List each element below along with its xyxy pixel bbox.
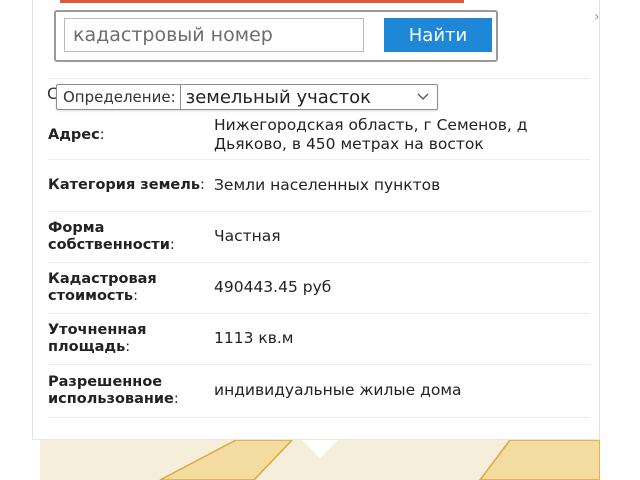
parcel-attributes-table: Адрес: Нижегородская область, г Семенов,…: [48, 112, 590, 418]
definition-selected-text: земельный участок: [185, 86, 372, 108]
row-key-text: Кадастровая стоимость: [48, 270, 157, 304]
table-row: Разрешенное использование: индивидуальны…: [48, 364, 590, 418]
chevron-down-icon[interactable]: [417, 90, 429, 104]
row-key-colon: :: [200, 176, 205, 193]
row-key-text: Разрешенное использование: [48, 373, 174, 407]
row-key-text: Адрес: [48, 126, 100, 143]
row-value: 490443.45 руб: [214, 262, 590, 314]
row-key-colon: :: [133, 287, 138, 304]
row-key-colon: :: [125, 338, 131, 355]
row-value: Земли населенных пунктов: [214, 159, 590, 212]
divider: [48, 78, 590, 79]
table-row: Адрес: Нижегородская область, г Семенов,…: [48, 112, 590, 160]
table-row: Категория земель: Земли населенных пункт…: [48, 159, 590, 212]
row-key: Форма собственности:: [48, 211, 214, 263]
map-preview[interactable]: [40, 440, 600, 480]
find-button[interactable]: Найти: [384, 18, 492, 52]
definition-value[interactable]: земельный участок: [179, 85, 437, 109]
row-key: Кадастровая стоимость:: [48, 262, 214, 314]
row-key-text: Форма собственности: [48, 219, 170, 253]
cadastral-number-input[interactable]: [64, 18, 364, 52]
row-key-text: Уточненная площадь: [48, 321, 147, 355]
table-row: Форма собственности: Частная: [48, 211, 590, 263]
row-key-colon: :: [173, 390, 179, 407]
header-accent-strip: [60, 0, 464, 3]
definition-select[interactable]: Определение: земельный участок: [56, 84, 438, 110]
row-key-colon: :: [169, 236, 175, 253]
row-value: Частная: [214, 211, 590, 263]
row-key: Адрес:: [48, 112, 214, 160]
table-row: Кадастровая стоимость: 490443.45 руб: [48, 262, 590, 314]
row-key-colon: :: [99, 126, 105, 143]
row-key-text: Категория земель: [48, 176, 201, 193]
definition-label: Определение:: [63, 88, 176, 106]
row-value: 1113 кв.м: [214, 313, 590, 365]
row-value: Нижегородская область, г Семенов, д Дьяк…: [214, 112, 590, 160]
row-key: Категория земель:: [48, 159, 214, 212]
search-panel: Найти: [54, 10, 498, 62]
table-row: Уточненная площадь: 1113 кв.м: [48, 313, 590, 365]
row-key: Разрешенное использование:: [48, 364, 214, 418]
row-value: индивидуальные жилые дома: [214, 364, 590, 418]
row-key: Уточненная площадь:: [48, 313, 214, 365]
close-icon[interactable]: ›: [594, 9, 600, 25]
